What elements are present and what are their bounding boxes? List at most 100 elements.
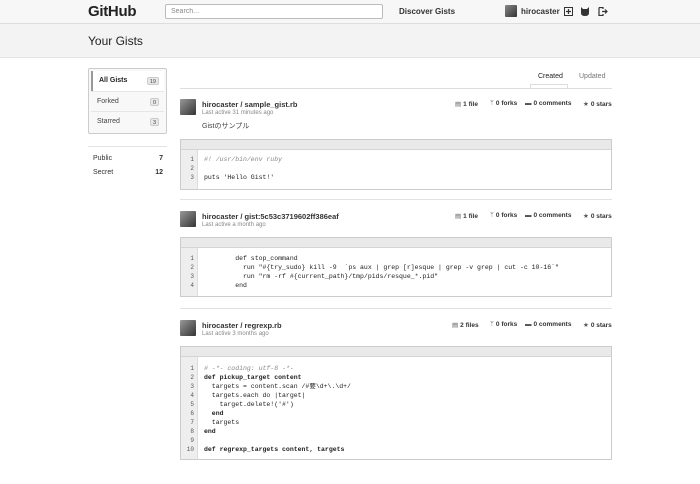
gist-description: Gistのサンプル [202,123,250,130]
code-line: run "#{try_sudo} kill -9 `ps aux | grep … [204,264,559,271]
comments-count[interactable]: ▬ 0 comments [525,321,571,328]
tab-updated[interactable]: Updated [579,73,605,80]
files-count[interactable]: ▤ 1 file [455,100,478,108]
new-gist-icon[interactable] [563,6,573,16]
comments-count[interactable]: ▬ 0 comments [525,100,571,107]
code-line: # -*- coding: utf-8 -*- [204,365,294,372]
code-line: end [204,428,216,435]
gist-last-active: Last active a month ago [202,222,266,228]
filter-label: Forked [97,98,119,105]
tabs-divider [180,88,612,89]
filter-all-gists[interactable]: All Gists 19 [91,71,164,91]
tab-created[interactable]: Created [538,73,563,80]
line-number: 2 [190,264,194,271]
code-preview[interactable]: 1 #! /usr/bin/env ruby 2 3 puts 'Hello G… [180,139,612,190]
stars-count[interactable]: ★ 0 stars [583,321,612,329]
filter-label: Starred [97,118,120,125]
code-preview[interactable]: 1 # -*- coding: utf-8 -*- 2 def pickup_t… [180,346,612,460]
count-badge: 0 [149,98,159,106]
line-number: 3 [190,273,194,280]
code-preview-header [181,347,611,357]
files-count[interactable]: ▤ 2 files [452,321,479,329]
visibility-count: 7 [159,155,163,162]
forks-count[interactable]: ᛘ0 forks [490,212,517,219]
visibility-label: Public [93,155,113,162]
code-line: #! /usr/bin/env ruby [204,156,283,163]
comment-icon: ▬ [525,212,532,219]
user-avatar[interactable] [505,5,517,17]
gist-separator [180,199,612,200]
gist-title-link[interactable]: hirocaster / gist:5c53c3719602ff386eaf [202,212,339,221]
username-link[interactable]: hirocaster [521,7,560,16]
line-number: 3 [190,383,194,390]
stars-count[interactable]: ★ 0 stars [583,100,612,108]
line-number: 4 [190,392,194,399]
code-line: def stop_command [204,255,298,262]
code-line: end [204,282,247,289]
code-lines: 1 def stop_command 2 run "#{try_sudo} ki… [181,248,611,296]
line-number: 1 [190,156,194,163]
gist-filter-menu: All Gists 19 Forked 0 Starred 3 [88,68,167,134]
code-preview-header [181,238,611,248]
sign-out-icon[interactable] [598,6,608,16]
page-title: Your Gists [88,34,143,48]
filter-label: All Gists [99,77,128,84]
files-count[interactable]: ▤ 1 file [455,212,478,220]
gist-separator [180,308,612,309]
search-input[interactable] [165,4,383,19]
visibility-label: Secret [93,169,114,176]
file-icon: ▤ [452,322,459,329]
stars-count[interactable]: ★ 0 stars [583,212,612,220]
file-icon: ▤ [455,213,462,220]
comment-icon: ▬ [525,321,532,328]
discover-gists-link[interactable]: Discover Gists [399,7,455,16]
code-line: target.delete!('#') [204,401,294,408]
forks-count[interactable]: ᛘ0 forks [490,321,517,328]
sidebar-divider [88,146,167,147]
line-number: 2 [190,374,194,381]
filter-secret[interactable]: Secret 12 [93,169,163,176]
count-badge: 3 [149,118,159,126]
code-lines: 1 # -*- coding: utf-8 -*- 2 def pickup_t… [181,357,611,459]
line-number: 8 [190,428,194,435]
visibility-count: 12 [155,169,163,176]
code-line: puts 'Hello Gist!' [204,174,275,181]
code-line: run "rm -rf #{current_path}/tmp/pids/res… [204,273,439,280]
page-header: Your Gists [0,24,700,58]
gist-owner-avatar[interactable] [180,320,196,336]
filter-forked[interactable]: Forked 0 [91,91,164,111]
file-icon: ▤ [455,101,462,108]
gist-owner-avatar[interactable] [180,211,196,227]
code-line: targets [204,419,240,426]
filter-public[interactable]: Public 7 [93,155,163,162]
code-line: def regrexp_targets content, targets [204,446,345,453]
line-number: 1 [190,365,194,372]
code-preview-header [181,140,611,150]
star-icon: ★ [583,322,589,329]
top-bar: GitHubGist Discover Gists hirocaster [0,0,700,24]
line-number: 3 [190,174,194,181]
code-line: end [204,410,224,417]
fork-icon: ᛘ [490,212,494,219]
comments-count[interactable]: ▬ 0 comments [525,212,571,219]
fork-icon: ᛘ [490,100,494,107]
count-badge: 19 [146,77,159,85]
forks-count[interactable]: ᛘ0 forks [490,100,517,107]
star-icon: ★ [583,213,589,220]
gist-title-link[interactable]: hirocaster / regrexp.rb [202,321,282,330]
line-number: 2 [190,165,194,172]
line-number: 9 [190,437,194,444]
code-lines: 1 #! /usr/bin/env ruby 2 3 puts 'Hello G… [181,150,611,189]
star-icon: ★ [583,101,589,108]
line-number: 7 [190,419,194,426]
gist-last-active: Last active 3 months ago [202,331,269,337]
gist-title-link[interactable]: hirocaster / sample_gist.rb [202,100,297,109]
gist-owner-avatar[interactable] [180,99,196,115]
code-preview[interactable]: 1 def stop_command 2 run "#{try_sudo} ki… [180,237,612,297]
line-number: 6 [190,410,194,417]
line-number: 1 [190,255,194,262]
line-number: 4 [190,282,194,289]
filter-starred[interactable]: Starred 3 [91,111,164,131]
github-gist-logo[interactable]: GitHubGist [88,3,296,20]
octocat-icon[interactable] [580,6,590,16]
